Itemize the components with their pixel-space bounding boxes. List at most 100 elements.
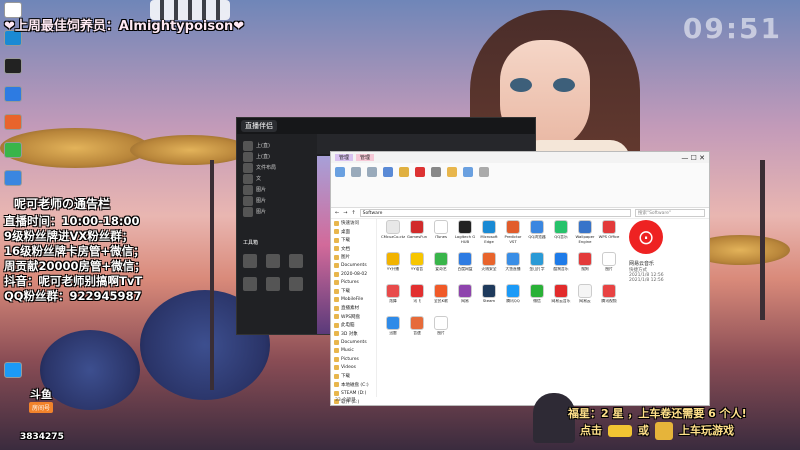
forward-icon[interactable]: → xyxy=(343,210,347,216)
file-item[interactable]: 网易 xyxy=(453,284,477,316)
nav-item[interactable]: Documents xyxy=(331,338,376,347)
file-item[interactable]: 图片 xyxy=(597,252,621,284)
file-item[interactable]: iTunes xyxy=(429,220,453,252)
tool-icon[interactable] xyxy=(243,254,257,268)
wallpaper-lamp xyxy=(760,160,765,320)
ribbon-button[interactable] xyxy=(415,167,425,203)
tool-icon[interactable] xyxy=(289,277,303,291)
nav-item[interactable]: 3D 对象 xyxy=(331,330,376,339)
file-item[interactable]: Microsoft Edge xyxy=(477,220,501,252)
ribbon-button[interactable] xyxy=(447,167,457,203)
file-name: 腾讯QQ xyxy=(506,299,520,303)
nav-item[interactable]: WPS网盘 xyxy=(331,313,376,322)
stream-app-titlebar[interactable]: 直播伴侣 xyxy=(237,118,535,134)
nav-item[interactable]: 桌面 xyxy=(331,228,376,237)
nav-item[interactable]: 此电脑 xyxy=(331,321,376,330)
stream-app-item[interactable]: 上(直) xyxy=(237,151,317,162)
file-item[interactable]: 大鱼直播 xyxy=(501,252,525,284)
nav-item[interactable]: MobileFile xyxy=(331,296,376,305)
tool-icon[interactable] xyxy=(266,277,280,291)
file-item[interactable]: 百度网盘 xyxy=(453,252,477,284)
nav-item[interactable]: 下载 xyxy=(331,236,376,245)
file-item[interactable]: CMcuzCo.ctz xyxy=(381,220,405,252)
file-item[interactable]: GamesFun xyxy=(405,220,429,252)
nav-item[interactable]: 文档 xyxy=(331,245,376,254)
ticket-icon[interactable] xyxy=(655,422,673,440)
file-item[interactable]: 迅雷 xyxy=(381,316,405,348)
file-item[interactable]: 腾讯视频 xyxy=(597,284,621,316)
desktop-shortcut-icon[interactable] xyxy=(4,114,22,130)
stream-app-item[interactable]: 文 xyxy=(237,173,317,184)
nav-item[interactable]: Videos xyxy=(331,364,376,373)
car-icon[interactable] xyxy=(608,425,632,437)
stream-app-item[interactable]: 文件布局 xyxy=(237,162,317,173)
back-icon[interactable]: ← xyxy=(335,210,339,216)
tab-manage[interactable]: 管理 xyxy=(335,154,354,161)
nav-item[interactable]: 本地磁盘 (C:) xyxy=(331,381,376,390)
file-item[interactable]: 炫舞 xyxy=(381,284,405,316)
tab-manage[interactable]: 管理 xyxy=(356,154,375,161)
ribbon-button[interactable] xyxy=(367,167,377,203)
stream-app-item[interactable]: 图片 xyxy=(237,184,317,195)
file-item[interactable]: YY语音 xyxy=(405,252,429,284)
file-item[interactable]: 金山打字 xyxy=(525,252,549,284)
ribbon-button[interactable] xyxy=(351,167,361,203)
stream-app-item[interactable]: 图片 xyxy=(237,195,317,206)
nav-item[interactable]: 图片 xyxy=(331,253,376,262)
file-item[interactable]: Steam xyxy=(477,284,501,316)
desktop-shortcut-icon[interactable] xyxy=(4,58,22,74)
ribbon-button[interactable] xyxy=(479,167,489,203)
file-item[interactable]: QQ音乐 xyxy=(549,220,573,252)
file-item[interactable]: 讯飞 xyxy=(405,284,429,316)
desktop-shortcut-icon[interactable] xyxy=(4,2,22,18)
address-input[interactable]: Software xyxy=(359,209,631,217)
nav-item[interactable]: Music xyxy=(331,347,376,356)
file-item[interactable]: 腾讯QQ xyxy=(501,284,525,316)
window-controls[interactable]: — ☐ ✕ xyxy=(681,154,705,162)
desktop-shortcut-icon[interactable] xyxy=(4,170,22,186)
nav-item[interactable]: 下载 xyxy=(331,287,376,296)
tool-icon[interactable] xyxy=(243,277,257,291)
tool-icon[interactable] xyxy=(266,254,280,268)
tool-icon[interactable] xyxy=(289,254,303,268)
file-item[interactable]: 网易云 xyxy=(573,284,597,316)
nav-item[interactable]: Pictures xyxy=(331,355,376,364)
file-item[interactable]: Logitech G HUB xyxy=(453,220,477,252)
folder-icon xyxy=(334,322,339,328)
file-item[interactable]: Wallpaper Engine xyxy=(573,220,597,252)
stream-app-item[interactable]: 图片 xyxy=(237,206,317,217)
desktop-shortcut-icon[interactable] xyxy=(4,362,22,378)
file-item[interactable]: QQ浏览器 xyxy=(525,220,549,252)
file-item[interactable]: YY开播 xyxy=(381,252,405,284)
explorer-titlebar[interactable]: 管理 管理 — ☐ ✕ xyxy=(331,152,709,163)
ribbon-button[interactable] xyxy=(399,167,409,203)
nav-item[interactable]: 2020-08-02 xyxy=(331,270,376,279)
file-item[interactable]: WPS Office xyxy=(597,220,621,252)
file-item[interactable]: 全民K歌 xyxy=(429,284,453,316)
stream-app-item[interactable]: 上(直) xyxy=(237,140,317,151)
search-input[interactable]: 搜索"Software" xyxy=(635,209,705,217)
nav-item[interactable]: Pictures xyxy=(331,279,376,288)
file-item[interactable]: 酷狗音乐 xyxy=(549,252,573,284)
desktop-shortcut-icon[interactable] xyxy=(4,142,22,158)
nav-item[interactable]: Documents xyxy=(331,262,376,271)
nav-item[interactable]: 直播素材 xyxy=(331,304,376,313)
nav-item[interactable]: 快速访问 xyxy=(331,219,376,228)
file-item[interactable]: 网易云音乐 xyxy=(549,284,573,316)
file-item[interactable]: 微信 xyxy=(525,284,549,316)
ribbon-button[interactable] xyxy=(383,167,393,203)
file-item[interactable]: 爱奇艺 xyxy=(429,252,453,284)
file-item[interactable]: Predictor VST xyxy=(501,220,525,252)
up-icon[interactable]: ↑ xyxy=(351,210,355,216)
desktop-shortcut-icon[interactable] xyxy=(4,86,22,102)
file-item[interactable]: 图片 xyxy=(429,316,453,348)
nav-item[interactable]: 下载 xyxy=(331,372,376,381)
file-name: 炫舞 xyxy=(389,299,397,303)
file-explorer-window[interactable]: 管理 管理 — ☐ ✕ ← → ↑ Software 搜索"Software" … xyxy=(330,151,710,406)
ribbon-button[interactable] xyxy=(335,167,345,203)
file-item[interactable]: 搜狗 xyxy=(573,252,597,284)
file-item[interactable]: 火绒安全 xyxy=(477,252,501,284)
ribbon-button[interactable] xyxy=(431,167,441,203)
ribbon-button[interactable] xyxy=(463,167,473,203)
file-item[interactable]: 音速 xyxy=(405,316,429,348)
